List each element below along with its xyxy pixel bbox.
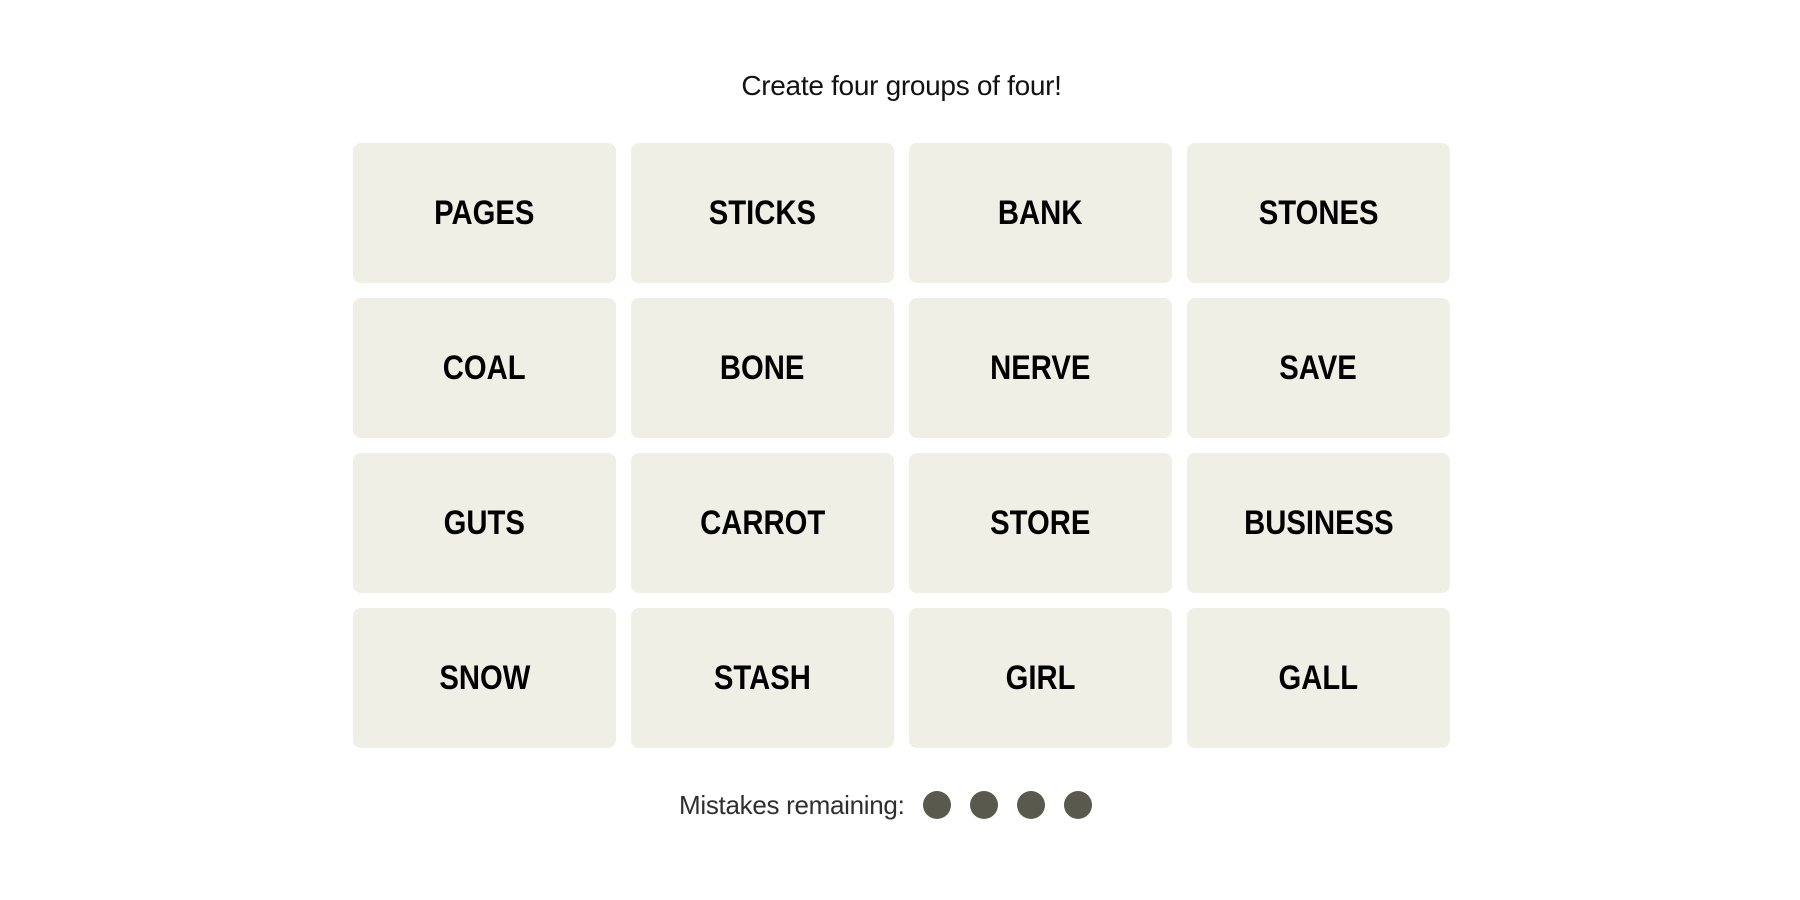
mistake-dot bbox=[1016, 791, 1045, 819]
word-tile-label: BUSINESS bbox=[1243, 503, 1394, 542]
word-tile[interactable]: STONES bbox=[1187, 143, 1450, 283]
word-tile[interactable]: COAL bbox=[353, 298, 616, 438]
word-tile-label: GALL bbox=[1278, 658, 1359, 697]
word-tile[interactable]: PAGES bbox=[353, 143, 616, 283]
word-grid: PAGES STICKS BANK STONES COAL BONE NERVE… bbox=[353, 143, 1450, 748]
word-tile-label: STORE bbox=[990, 503, 1091, 542]
word-tile-label: PAGES bbox=[434, 193, 535, 232]
mistake-dot bbox=[1063, 791, 1092, 819]
mistake-dot bbox=[922, 791, 951, 819]
word-tile[interactable]: BONE bbox=[631, 298, 894, 438]
word-tile-label: NERVE bbox=[990, 348, 1091, 387]
instruction-text: Create four groups of four! bbox=[741, 70, 1062, 101]
word-tile-label: CARROT bbox=[699, 503, 826, 542]
word-tile[interactable]: NERVE bbox=[909, 298, 1172, 438]
word-tile[interactable]: BUSINESS bbox=[1187, 453, 1450, 593]
word-tile-label: STICKS bbox=[708, 193, 817, 232]
mistake-dots bbox=[922, 791, 1111, 819]
word-tile[interactable]: SNOW bbox=[353, 608, 616, 748]
word-tile[interactable]: STICKS bbox=[631, 143, 894, 283]
word-tile-label: GUTS bbox=[443, 503, 526, 542]
mistakes-remaining: Mistakes remaining: bbox=[679, 786, 1111, 824]
word-tile-label: STASH bbox=[714, 658, 811, 697]
word-tile-label: SNOW bbox=[439, 658, 530, 697]
word-tile-label: GIRL bbox=[1005, 658, 1076, 697]
mistakes-label: Mistakes remaining: bbox=[679, 790, 905, 820]
word-tile[interactable]: BANK bbox=[909, 143, 1172, 283]
word-tile[interactable]: STORE bbox=[909, 453, 1172, 593]
word-tile-label: BANK bbox=[998, 193, 1083, 232]
word-tile[interactable]: SAVE bbox=[1187, 298, 1450, 438]
word-tile[interactable]: GUTS bbox=[353, 453, 616, 593]
mistake-dot bbox=[969, 791, 998, 819]
word-tile-label: BONE bbox=[720, 348, 805, 387]
word-tile[interactable]: GIRL bbox=[909, 608, 1172, 748]
word-tile-label: COAL bbox=[443, 348, 526, 387]
word-tile[interactable]: STASH bbox=[631, 608, 894, 748]
word-tile[interactable]: GALL bbox=[1187, 608, 1450, 748]
word-tile-label: STONES bbox=[1258, 193, 1379, 232]
word-tile-label: SAVE bbox=[1279, 348, 1358, 387]
word-tile[interactable]: CARROT bbox=[631, 453, 894, 593]
